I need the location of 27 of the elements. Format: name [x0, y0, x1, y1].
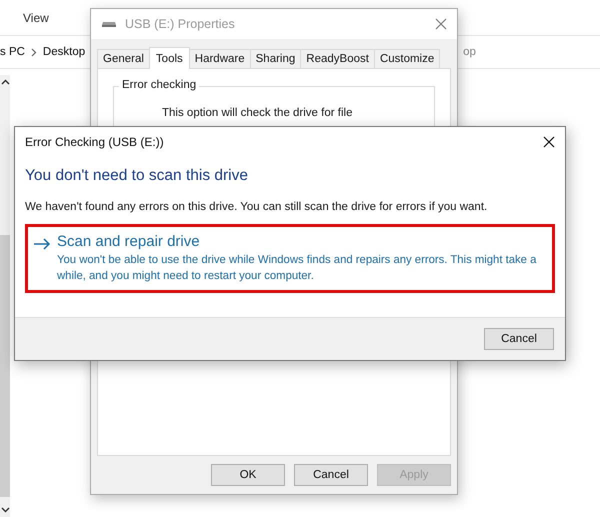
chevron-right-icon	[30, 48, 37, 56]
option-title: Scan and repair drive	[57, 233, 201, 250]
breadcrumb-item[interactable]: s PC	[0, 46, 25, 58]
tab[interactable]: Customize	[374, 48, 440, 68]
dialog-button[interactable]: OK	[211, 464, 285, 486]
scroll-up-icon[interactable]	[0, 79, 10, 85]
option-description: You won't be able to use the drive while Windows finds and repairs any errors. This might take a while, and you might need to restart your computer.	[57, 253, 538, 284]
message-text: We haven't found any errors on this drive. You can still scan the drive for errors if you want.	[25, 201, 488, 213]
tab[interactable]: Tools	[148, 46, 190, 69]
path-text: op	[463, 46, 476, 58]
drive-icon	[101, 20, 117, 28]
close-icon[interactable]	[543, 136, 555, 148]
cancel-button[interactable]: Cancel	[484, 328, 554, 350]
description-text: This option will check the drive for file	[162, 106, 352, 119]
breadcrumb-item[interactable]: Desktop	[42, 46, 86, 58]
dialog-button[interactable]: Cancel	[294, 464, 368, 486]
tab[interactable]: General	[97, 48, 150, 68]
scan-repair-option[interactable]: Scan and repair drive You won't be able to use the drive while Windows finds and repairs any errors. This might take a while, and you might need to restart your computer.	[25, 224, 555, 293]
group-title: Error checking	[119, 78, 200, 91]
window-title: USB (E:) Properties	[125, 16, 236, 31]
arrow-right-icon	[33, 238, 51, 250]
menu-tab[interactable]: View	[23, 10, 49, 24]
scrollbar[interactable]	[0, 75, 10, 517]
dialog-heading: You don't need to scan this drive	[25, 167, 249, 185]
window-title: Error Checking (USB (E:))	[25, 135, 164, 149]
scroll-down-icon[interactable]	[0, 507, 10, 513]
scroll-thumb[interactable]	[0, 235, 10, 497]
